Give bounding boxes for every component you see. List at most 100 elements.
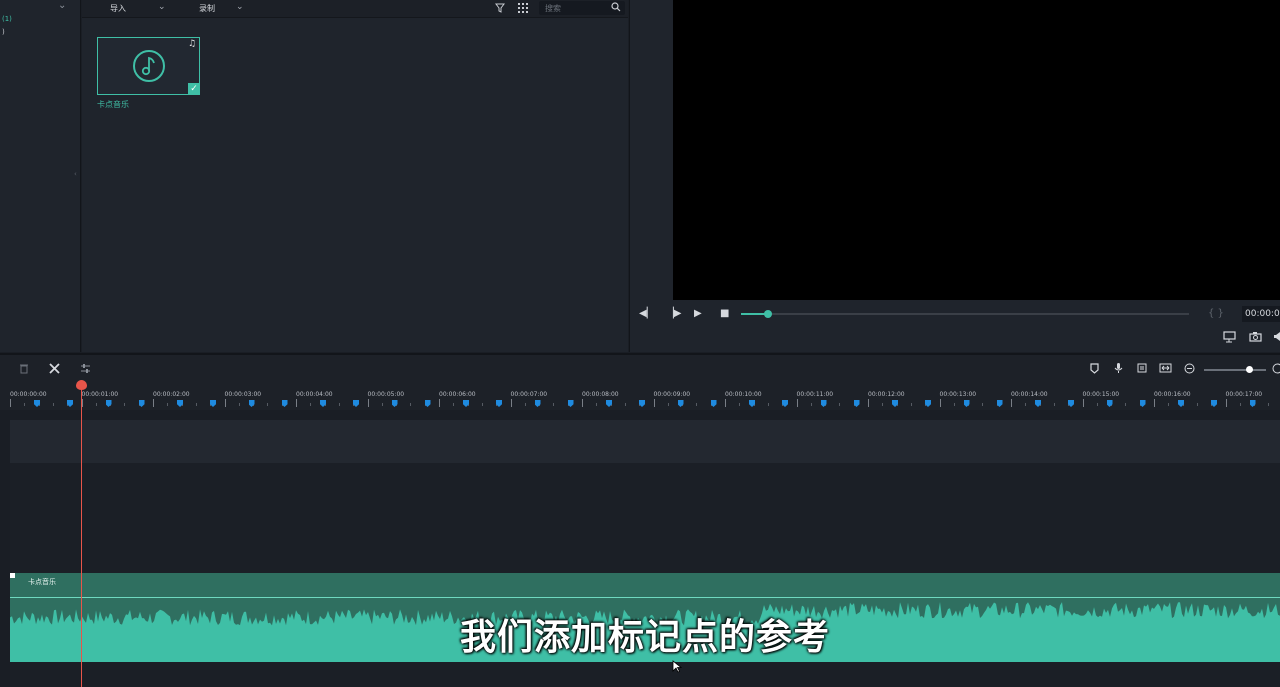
chevron-down-icon[interactable]: ⌄ <box>58 0 66 11</box>
ruler-minor-tick <box>553 403 555 406</box>
seek-bar[interactable] <box>741 313 1189 315</box>
audio-type-icon: ♫ <box>188 39 197 49</box>
search-input[interactable]: 搜索 <box>539 1 625 15</box>
ruler-minor-tick <box>167 403 169 406</box>
ruler-minor-tick <box>667 403 669 406</box>
ruler-time-label: 00:00:06:00 <box>439 391 476 398</box>
next-frame-icon[interactable]: ▕▶ <box>666 308 681 319</box>
audio-mixer-icon[interactable] <box>1137 363 1148 374</box>
ruler-minor-tick <box>1268 403 1270 406</box>
ruler-minor-tick <box>1053 403 1055 406</box>
ruler-minor-tick <box>267 403 269 406</box>
zoom-slider-handle[interactable] <box>1246 366 1253 373</box>
ruler-time-label: 00:00:13:00 <box>939 391 977 398</box>
ruler-minor-tick <box>124 403 126 406</box>
cut-icon[interactable] <box>49 363 60 374</box>
media-item-thumbnail[interactable]: ♫ ✓ <box>97 37 200 95</box>
ruler-major-tick <box>153 399 154 407</box>
timeline-ruler[interactable]: 00:00:00:00 00:00:01:00 00:00:02:00 00:00:0… <box>0 380 1280 410</box>
ruler-minor-tick <box>1096 403 1098 406</box>
preview-screen <box>673 0 1280 300</box>
media-item-label: 卡点音乐 <box>97 100 129 109</box>
ruler-time-label: 00:00:01:00 <box>81 391 119 398</box>
playhead-handle[interactable] <box>76 380 87 390</box>
search-placeholder: 搜索 <box>545 4 561 13</box>
ruler-major-tick <box>1082 399 1084 407</box>
ruler-minor-tick <box>1168 403 1170 406</box>
ruler-time-label: 00:00:03:00 <box>224 391 262 398</box>
ruler-minor-tick <box>524 403 526 406</box>
media-toolbar: 导入 ⌄ 录制 ⌄ 搜索 <box>82 0 628 18</box>
ruler-minor-tick <box>24 403 26 406</box>
chevron-down-icon[interactable]: ⌄ <box>236 2 244 12</box>
checkmark-icon: ✓ <box>188 83 200 95</box>
ruler-time-label: 00:00:11:00 <box>796 391 834 398</box>
previous-frame-icon[interactable]: ◀▏ <box>639 308 654 319</box>
zoom-in-icon[interactable] <box>1272 363 1280 374</box>
snapshot-icon[interactable] <box>1249 331 1262 342</box>
ruler-minor-tick <box>810 403 812 406</box>
ruler-time-label: 00:00:04:00 <box>296 391 333 398</box>
seek-handle[interactable] <box>764 310 772 318</box>
ruler-time-label: 00:00:14:00 <box>1011 391 1048 398</box>
preview-panel: ◀▏ ▕▶ ▶ ■ { } 00:00:0 <box>629 0 1280 352</box>
filter-icon[interactable] <box>495 3 505 13</box>
clip-trim-handle[interactable] <box>10 573 15 578</box>
ruler-time-label: 00:00:10:00 <box>725 391 762 398</box>
ruler-minor-tick <box>767 403 769 406</box>
ruler-minor-tick <box>953 403 955 406</box>
timecode-display: 00:00:0 <box>1242 306 1280 322</box>
ruler-time-label: 00:00:16:00 <box>1154 391 1191 398</box>
ruler-major-tick <box>224 399 226 407</box>
ruler-major-tick <box>10 399 11 407</box>
ruler-time-label: 00:00:17:00 <box>1225 391 1263 398</box>
ruler-minor-tick <box>1025 403 1027 406</box>
media-library-panel: 导入 ⌄ 录制 ⌄ 搜索 ♫ ✓ 卡点音乐 <box>82 0 628 352</box>
marker-icon[interactable] <box>1090 363 1099 374</box>
left-panel-item[interactable]: (1) <box>2 15 12 23</box>
ruler-minor-tick <box>95 403 97 406</box>
music-note-icon <box>133 50 165 82</box>
ruler-time-label: 00:00:02:00 <box>153 391 190 398</box>
stop-icon[interactable]: ■ <box>720 308 729 319</box>
ruler-minor-tick <box>410 403 412 406</box>
microphone-icon[interactable] <box>1114 362 1123 374</box>
video-track[interactable] <box>10 420 1280 463</box>
import-button[interactable]: 导入 <box>110 3 126 14</box>
zoom-out-icon[interactable] <box>1184 363 1195 374</box>
mouse-cursor-icon <box>672 660 682 673</box>
search-icon[interactable] <box>611 2 621 12</box>
ruler-time-label: 00:00:08:00 <box>582 391 619 398</box>
fit-timeline-icon[interactable] <box>1159 363 1172 374</box>
ruler-major-tick <box>653 399 655 407</box>
ruler-major-tick <box>296 399 297 407</box>
trash-icon[interactable] <box>19 363 29 374</box>
display-settings-icon[interactable] <box>1223 331 1237 343</box>
collapse-handle-icon[interactable]: ‹ <box>74 170 77 178</box>
ruler-minor-tick <box>310 403 312 406</box>
audio-clip-label: 卡点音乐 <box>28 578 56 586</box>
ruler-major-tick <box>367 399 369 407</box>
ruler-major-tick <box>510 399 512 407</box>
grid-view-icon[interactable] <box>518 3 528 13</box>
ruler-minor-tick <box>1196 403 1198 406</box>
zoom-slider[interactable] <box>1204 369 1266 371</box>
volume-icon[interactable] <box>1273 331 1280 342</box>
adjust-icon[interactable] <box>80 363 91 374</box>
ruler-minor-tick <box>839 403 841 406</box>
ruler-minor-tick <box>1125 403 1127 406</box>
left-panel-item[interactable]: ) <box>2 28 5 36</box>
ruler-minor-tick <box>238 403 240 406</box>
ruler-minor-tick <box>696 403 698 406</box>
in-out-brace-icon[interactable]: { } <box>1208 308 1224 319</box>
ruler-minor-tick <box>596 403 598 406</box>
ruler-minor-tick <box>338 403 340 406</box>
player-controls: ◀▏ ▕▶ ▶ ■ { } 00:00:0 <box>630 303 1280 325</box>
play-icon[interactable]: ▶ <box>694 308 702 319</box>
ruler-time-label: 00:00:00:00 <box>10 391 47 398</box>
record-button[interactable]: 录制 <box>199 3 215 14</box>
audio-clip-header[interactable]: 卡点音乐 <box>10 573 1280 597</box>
ruler-major-tick <box>1011 399 1012 407</box>
ruler-time-label: 00:00:05:00 <box>367 391 405 398</box>
chevron-down-icon[interactable]: ⌄ <box>158 2 166 12</box>
